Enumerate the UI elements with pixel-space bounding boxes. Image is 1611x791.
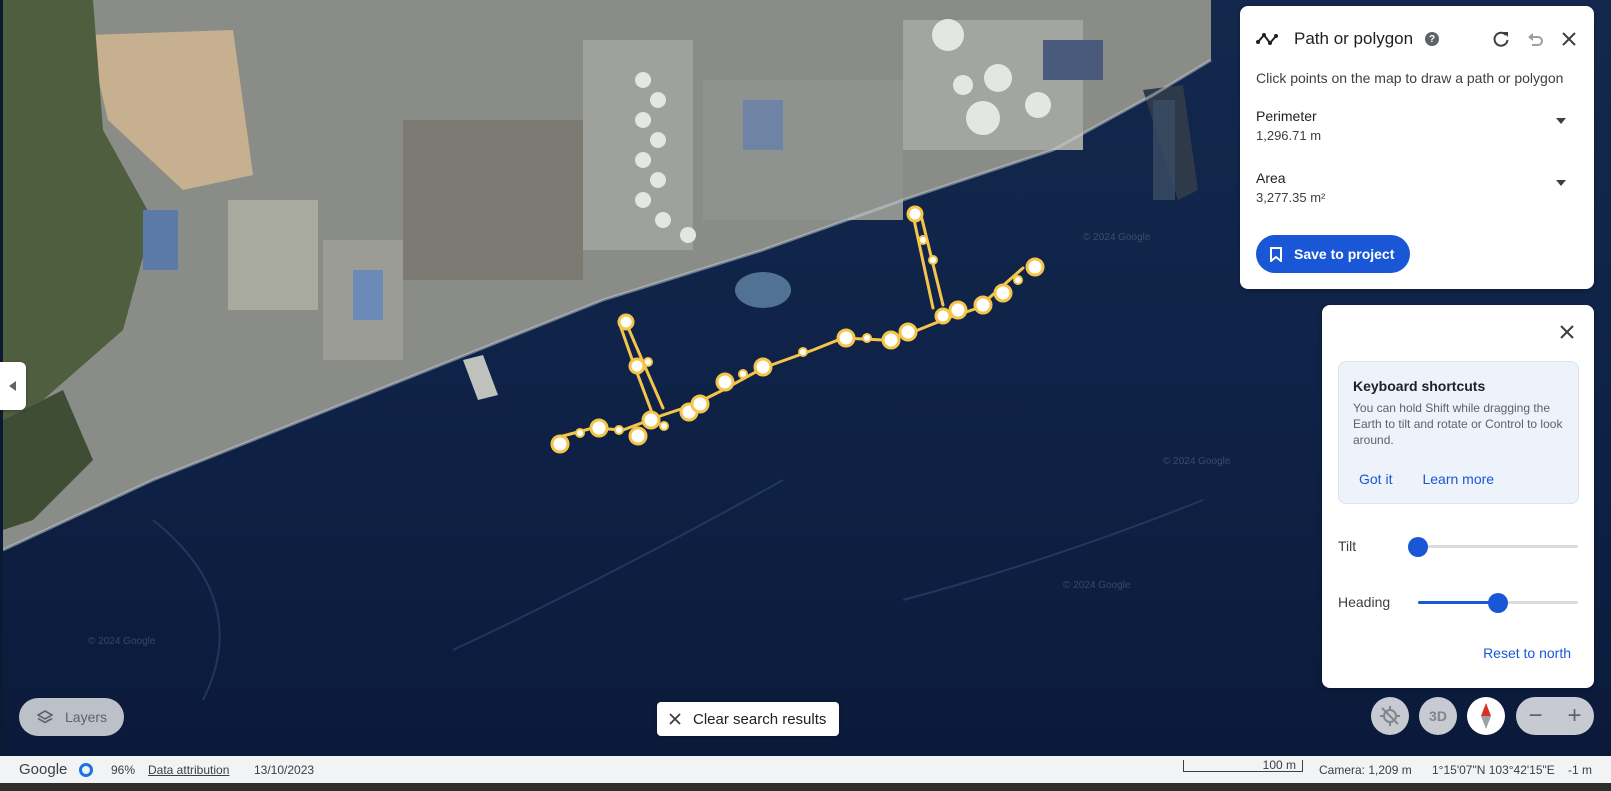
path-icon [1256, 33, 1278, 45]
measure-panel: Path or polygon ? Click points on the ma… [1240, 6, 1594, 289]
reset-to-north-button[interactable]: Reset to north [1483, 645, 1571, 661]
perimeter-unit-dropdown-icon[interactable] [1556, 118, 1566, 124]
save-to-project-label: Save to project [1294, 246, 1395, 262]
bookmark-icon [1270, 246, 1282, 262]
keyboard-shortcuts-card: Keyboard shortcuts You can hold Shift wh… [1338, 361, 1579, 504]
tilt-thumb[interactable] [1408, 537, 1428, 557]
compass-button[interactable] [1467, 697, 1505, 735]
heading-slider[interactable]: Heading [1338, 592, 1578, 613]
tilt-label: Tilt [1338, 538, 1357, 554]
measure-instructions: Click points on the map to draw a path o… [1256, 70, 1564, 86]
heading-fill [1418, 601, 1498, 604]
learn-more-link[interactable]: Learn more [1422, 471, 1494, 487]
tilt-track[interactable] [1408, 537, 1578, 557]
layers-label: Layers [65, 709, 108, 725]
clear-search-results-button[interactable]: Clear search results [657, 702, 839, 736]
perimeter-label: Perimeter [1256, 108, 1317, 124]
zoom-in-button[interactable]: + [1555, 702, 1594, 730]
compass-icon [1481, 703, 1491, 729]
close-measure-button[interactable] [1556, 26, 1582, 52]
shortcut-title: Keyboard shortcuts [1353, 378, 1486, 394]
save-to-project-button[interactable]: Save to project [1256, 235, 1410, 273]
data-attribution-link[interactable]: Data attribution [148, 763, 229, 777]
my-location-button[interactable] [1371, 697, 1409, 735]
clear-search-results-label: Clear search results [693, 710, 827, 728]
heading-thumb[interactable] [1488, 593, 1508, 613]
imagery-date: 13/10/2023 [254, 763, 315, 777]
camera-altitude: Camera: 1,209 m [1319, 763, 1412, 777]
close-icon [669, 713, 681, 725]
area-unit-dropdown-icon[interactable] [1556, 180, 1566, 186]
scale-bar: 100 m [1183, 759, 1303, 772]
collapse-sidebar-button[interactable] [0, 362, 26, 410]
status-bar: Google 96% Data attribution 13/10/2023 1… [0, 756, 1611, 783]
got-it-button[interactable]: Got it [1359, 471, 1392, 487]
heading-track[interactable] [1418, 593, 1578, 613]
undo-icon [1528, 33, 1543, 46]
navigation-panel: Keyboard shortcuts You can hold Shift wh… [1322, 305, 1594, 688]
loading-ring-icon [79, 763, 93, 777]
zoom-out-button[interactable]: − [1516, 702, 1555, 730]
area-value: 3,277.35 m² [1256, 190, 1326, 205]
area-label: Area [1256, 170, 1286, 186]
3d-toggle-button[interactable]: 3D [1419, 697, 1457, 735]
perimeter-value: 1,296.71 m [1256, 128, 1322, 143]
google-logo: Google [19, 761, 68, 778]
close-navigation-button[interactable] [1554, 319, 1580, 345]
perimeter-section[interactable]: Perimeter 1,296.71 m [1256, 108, 1576, 143]
layers-button[interactable]: Layers [19, 698, 124, 736]
zoom-controls: − + [1516, 697, 1594, 735]
undo-button[interactable] [1522, 26, 1548, 52]
measure-panel-header: Path or polygon ? [1256, 26, 1582, 52]
area-section[interactable]: Area 3,277.35 m² [1256, 170, 1576, 205]
heading-label: Heading [1338, 594, 1391, 610]
taskbar-edge [0, 783, 1611, 791]
shortcut-text: You can hold Shift while dragging the Ea… [1353, 401, 1563, 447]
close-icon [1560, 325, 1574, 339]
chevron-left-icon [9, 381, 16, 391]
layers-icon [37, 710, 53, 724]
close-icon [1562, 32, 1576, 46]
elevation: -1 m [1568, 763, 1592, 777]
loading-percent: 96% [111, 763, 136, 777]
refresh-icon [1493, 31, 1509, 47]
reset-measurement-button[interactable] [1488, 26, 1514, 52]
cursor-coordinates: 1°15'07"N 103°42'15"E [1432, 763, 1555, 777]
help-icon[interactable]: ? [1425, 32, 1440, 46]
tilt-slider[interactable]: Tilt [1338, 536, 1578, 557]
location-disabled-icon [1380, 706, 1400, 726]
measure-panel-title: Path or polygon [1294, 29, 1414, 48]
